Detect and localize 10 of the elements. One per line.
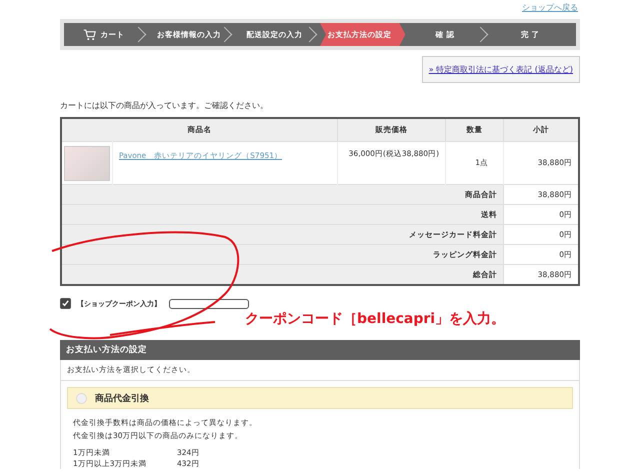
coupon-checkbox[interactable] [60,298,71,309]
coupon-input-field[interactable] [169,298,249,308]
section-header: お支払い方法の設定 [60,340,580,360]
photo-placeholder [64,146,110,180]
cart-icon [82,28,96,40]
cart-intro-text: カートには以下の商品が入っています。ご確認ください。 [60,100,269,111]
annotation-text: クーポンコード［bellecapri」を入力。 [245,311,506,327]
radio-button[interactable] [76,392,87,404]
payment-option[interactable]: 商品代金引換 [67,387,573,409]
commercial-law-link[interactable]: » 特定商取引法に基づく表記 (返品など) [428,65,573,74]
